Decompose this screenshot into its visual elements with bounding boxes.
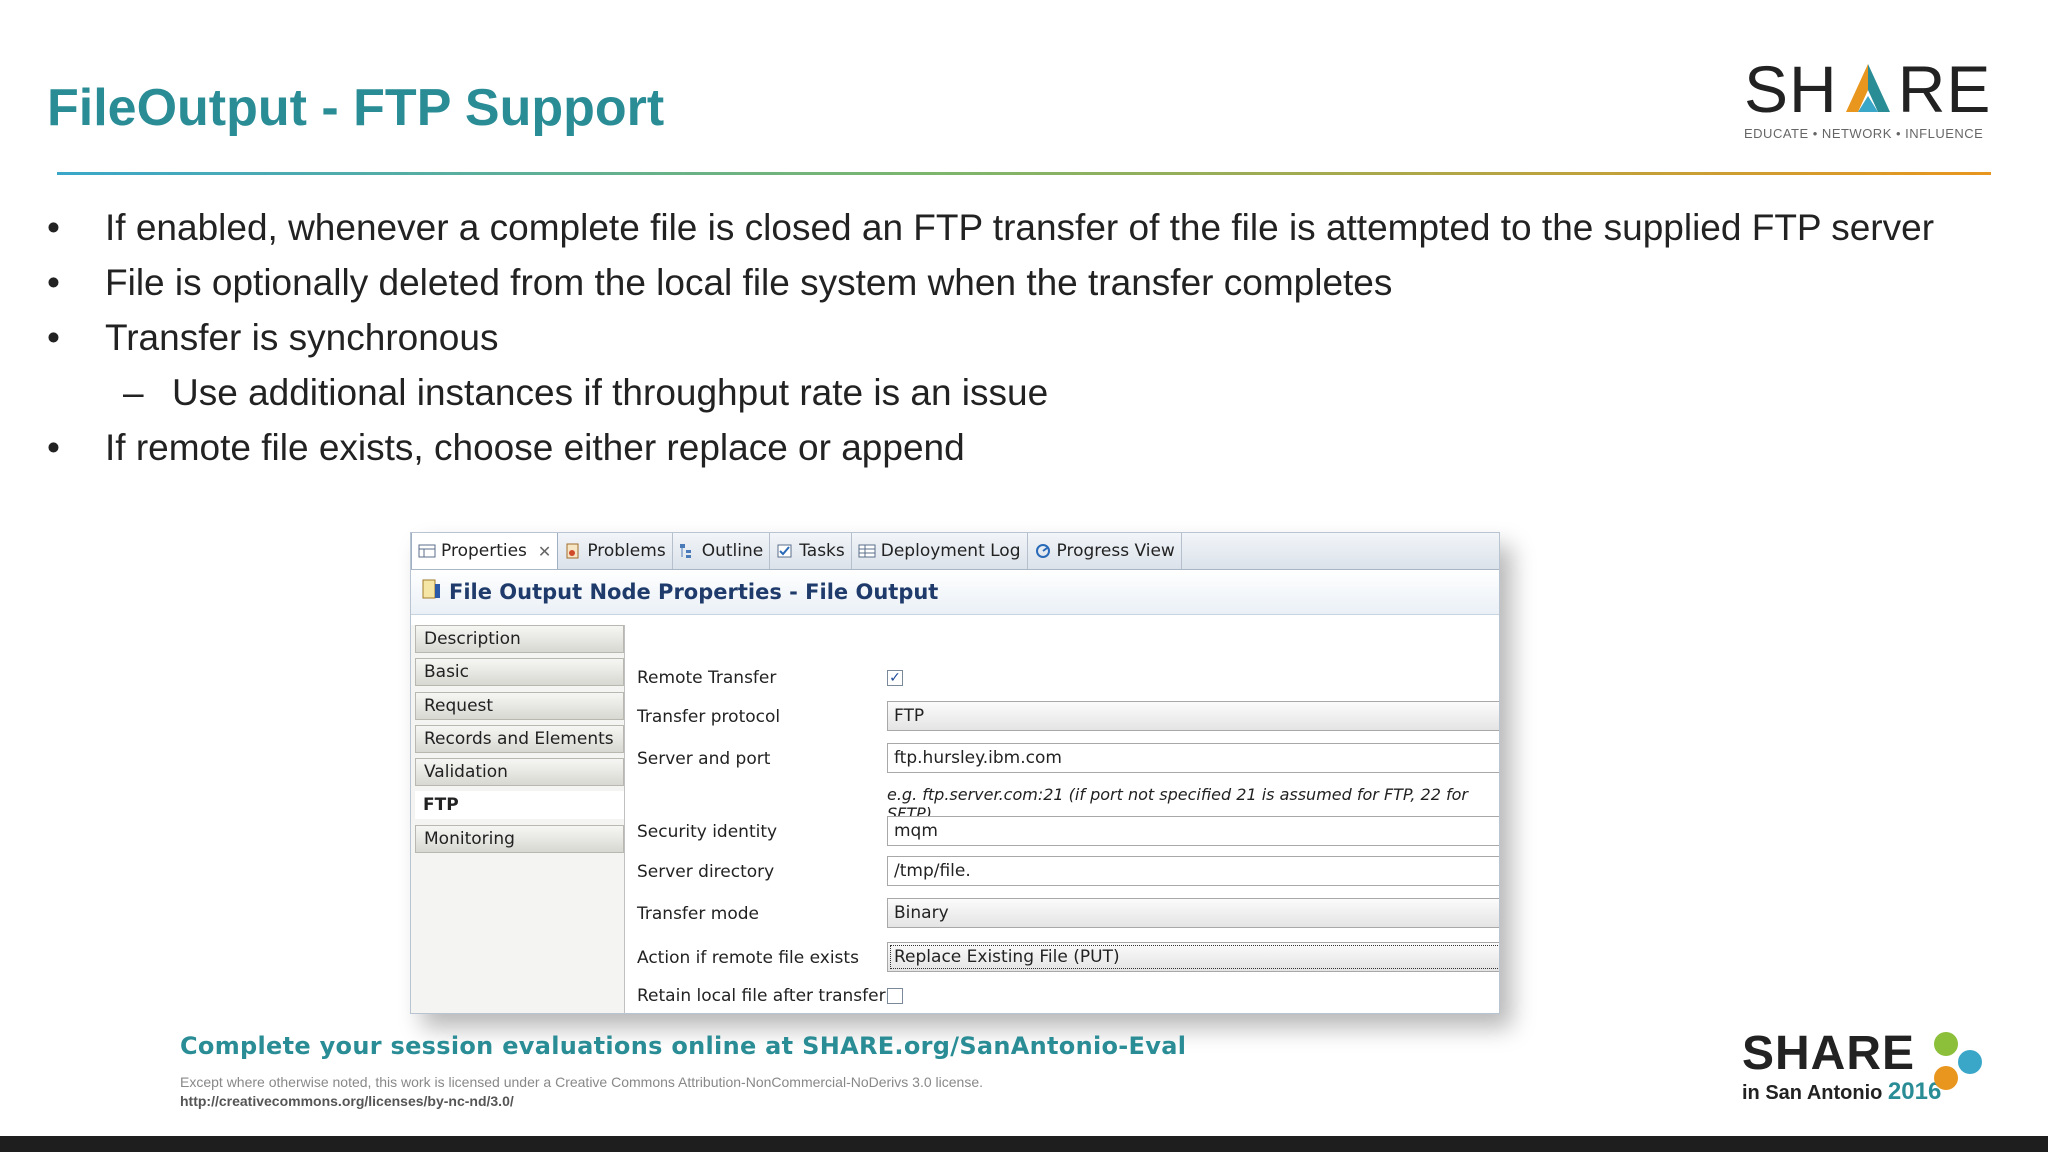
tab-outline[interactable]: Outline xyxy=(673,533,771,569)
progress-view-icon xyxy=(1034,543,1052,559)
checkmark-icon: ✓ xyxy=(889,670,901,686)
share-san-antonio-logo: SHARE in San Antonio 2016 xyxy=(1742,1030,1992,1105)
bullet-dot: • xyxy=(47,262,60,303)
properties-header: File Output Node Properties - File Outpu… xyxy=(411,570,1499,615)
license-url[interactable]: http://creativecommons.org/licenses/by-n… xyxy=(180,1093,514,1109)
outline-icon xyxy=(679,543,697,559)
transfer-protocol-label: Transfer protocol xyxy=(637,707,781,727)
action-if-remote-file-exists-label: Action if remote file exists xyxy=(637,948,859,968)
nav-item-basic[interactable]: Basic xyxy=(415,658,624,686)
server-directory-input[interactable]: /tmp/file. xyxy=(887,856,1499,886)
bullet-list: • If enabled, whenever a complete file i… xyxy=(47,204,1987,479)
slide-title: FileOutput - FTP Support xyxy=(47,79,665,137)
bubbles-icon xyxy=(1934,1032,1982,1090)
bottom-bar xyxy=(0,1136,2048,1152)
security-identity-input[interactable]: mqm xyxy=(887,816,1499,846)
view-tab-bar: Properties ✕ Problems Outline Tasks Depl… xyxy=(411,533,1499,570)
share-logo-word: SH RE xyxy=(1744,52,1992,126)
remote-transfer-label: Remote Transfer xyxy=(637,668,777,688)
tab-tasks[interactable]: Tasks xyxy=(770,533,852,569)
retain-local-file-label: Retain local file after transfer xyxy=(637,986,886,1006)
remote-transfer-checkbox[interactable]: ✓ xyxy=(887,670,903,686)
nav-item-description[interactable]: Description xyxy=(415,625,624,653)
server-directory-label: Server directory xyxy=(637,862,775,882)
file-output-node-icon xyxy=(421,578,443,606)
action-if-remote-file-exists-select[interactable]: Replace Existing File (PUT) xyxy=(887,942,1499,972)
problems-icon xyxy=(564,543,582,559)
bullet-dot: • xyxy=(47,427,60,468)
tasks-icon xyxy=(776,543,794,559)
sub-bullet-item: – Use additional instances if throughput… xyxy=(47,369,1987,416)
security-identity-label: Security identity xyxy=(637,822,778,842)
transfer-mode-label: Transfer mode xyxy=(637,904,759,924)
bullet-item: • If remote file exists, choose either r… xyxy=(47,424,1987,471)
nav-item-records-and-elements[interactable]: Records and Elements xyxy=(415,725,624,753)
bullet-item: • Transfer is synchronous xyxy=(47,314,1987,361)
tab-deployment-log[interactable]: Deployment Log xyxy=(852,533,1028,569)
license-text: Except where otherwise noted, this work … xyxy=(180,1074,984,1090)
share-triangle-icon xyxy=(1845,64,1890,112)
nav-item-validation[interactable]: Validation xyxy=(415,758,624,786)
bullet-item: • File is optionally deleted from the lo… xyxy=(47,259,1987,306)
bullet-dot: • xyxy=(47,207,60,248)
transfer-mode-select[interactable]: Binary xyxy=(887,898,1499,928)
properties-title: File Output Node Properties - File Outpu… xyxy=(449,580,939,604)
transfer-protocol-select[interactable]: FTP xyxy=(887,701,1499,731)
nav-item-request[interactable]: Request xyxy=(415,692,624,720)
nav-item-monitoring[interactable]: Monitoring xyxy=(415,825,624,853)
close-icon[interactable]: ✕ xyxy=(538,542,551,561)
tab-problems[interactable]: Problems xyxy=(558,533,673,569)
retain-local-file-checkbox[interactable] xyxy=(887,988,903,1004)
server-and-port-input[interactable]: ftp.hursley.ibm.com xyxy=(887,743,1499,773)
deployment-log-icon xyxy=(858,543,876,559)
nav-item-ftp[interactable]: FTP xyxy=(415,791,624,819)
sub-bullet-dash: – xyxy=(123,372,144,413)
bullet-dot: • xyxy=(47,317,60,358)
share-tagline: EDUCATE • NETWORK • INFLUENCE xyxy=(1744,126,1984,141)
properties-icon xyxy=(418,543,436,559)
bullet-item: • If enabled, whenever a complete file i… xyxy=(47,204,1987,251)
share-logo: SH RE EDUCATE • NETWORK • INFLUENCE xyxy=(1744,52,1994,141)
properties-nav: Description Basic Request Records and El… xyxy=(411,625,625,1013)
title-divider xyxy=(57,172,1991,175)
tab-progress-view[interactable]: Progress View xyxy=(1028,533,1182,569)
server-and-port-label: Server and port xyxy=(637,749,771,769)
session-eval-text: Complete your session evaluations online… xyxy=(180,1032,1187,1060)
properties-panel: Properties ✕ Problems Outline Tasks Depl… xyxy=(410,532,1500,1014)
tab-properties[interactable]: Properties ✕ xyxy=(411,533,559,569)
